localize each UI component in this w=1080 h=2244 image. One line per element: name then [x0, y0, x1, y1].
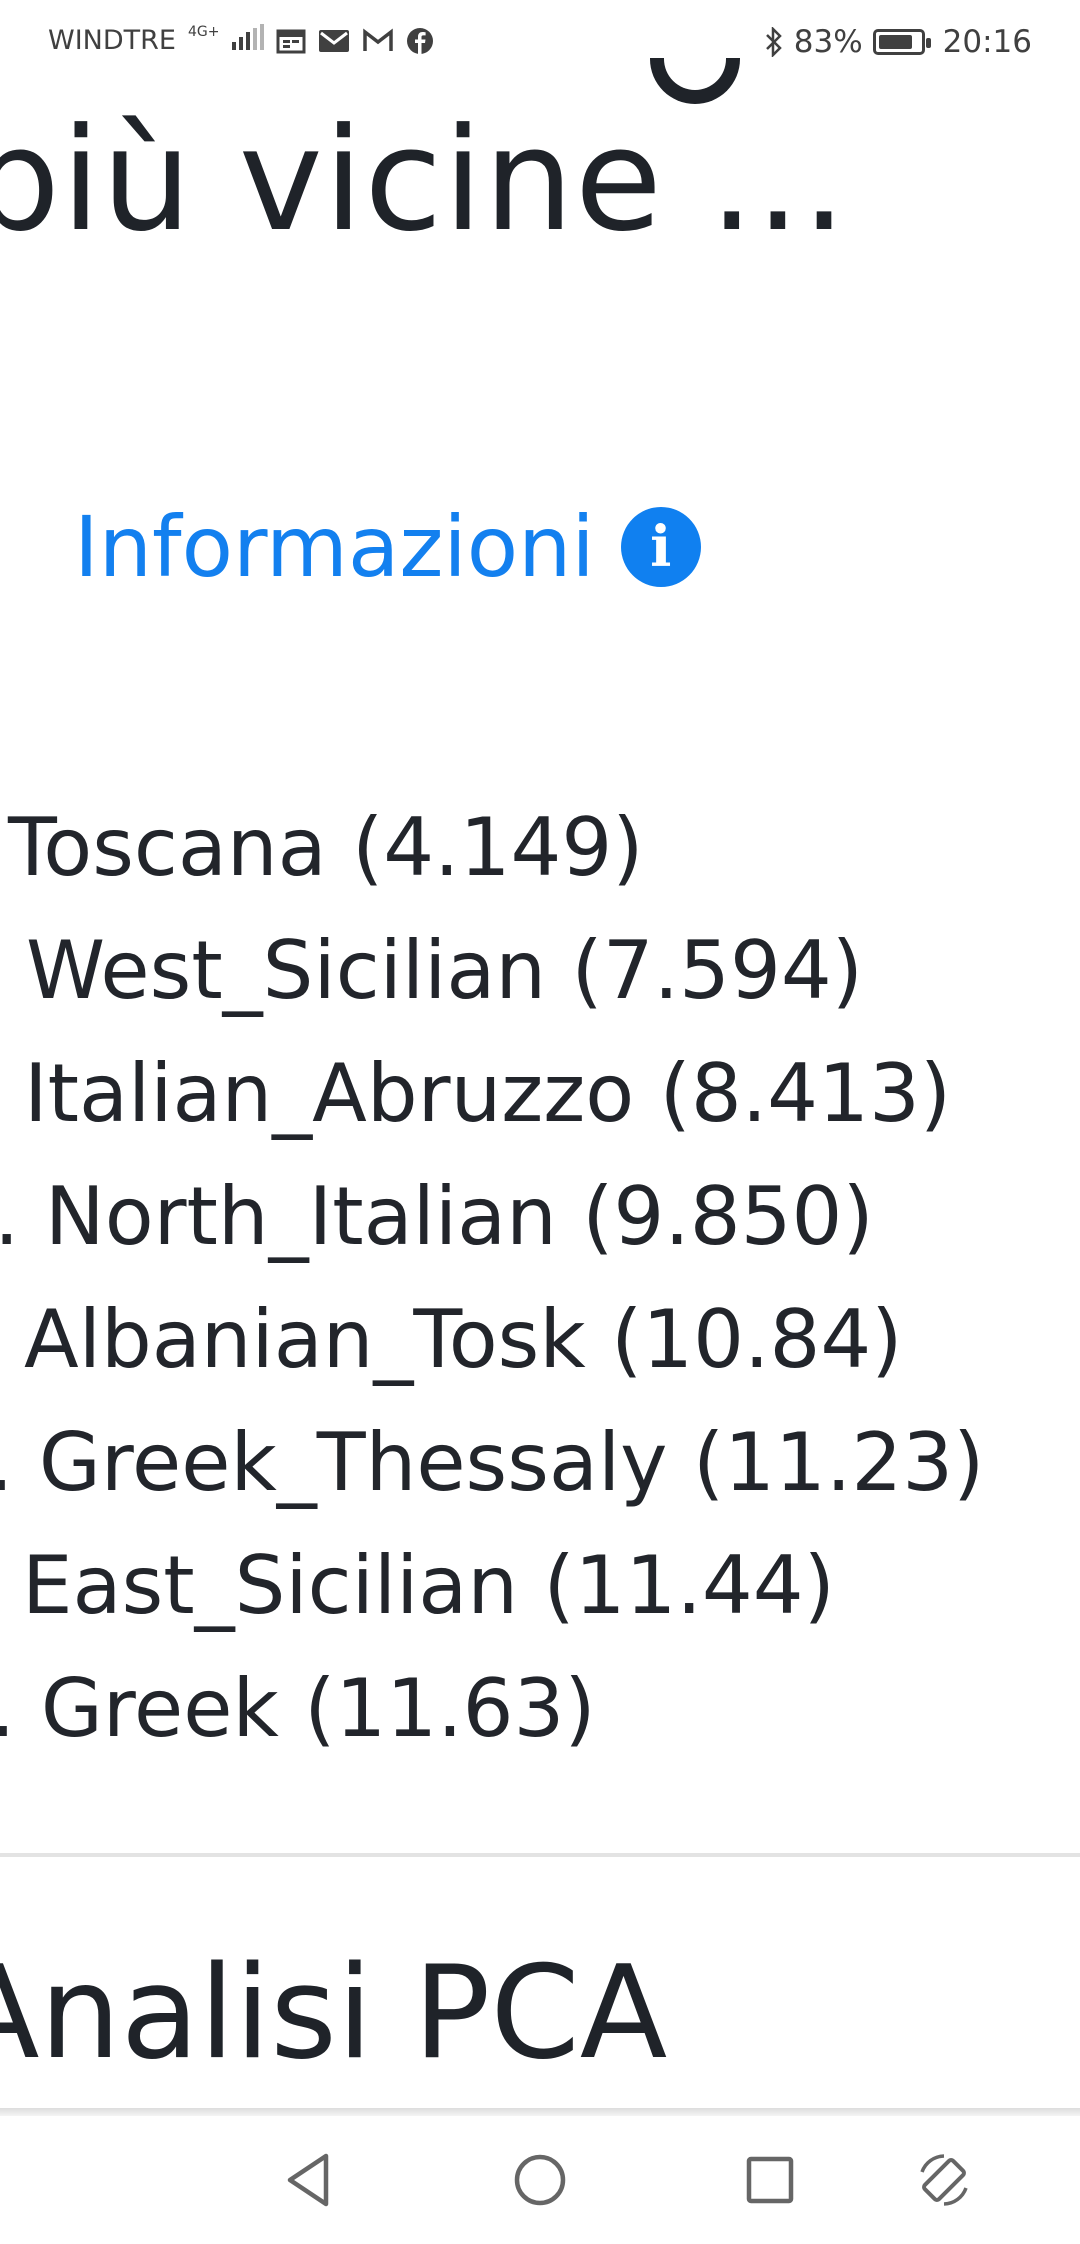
- gmail-icon: [363, 27, 393, 51]
- info-circle-icon: i: [620, 507, 701, 587]
- page-heading: più vicine ...: [0, 98, 848, 263]
- battery-icon: [872, 29, 931, 55]
- list-item-prefix: .: [0, 1416, 13, 1509]
- list-item: East_Sicilian (11.44): [22, 1546, 835, 1626]
- facebook-icon: [407, 27, 434, 54]
- email-icon: [319, 29, 350, 52]
- recents-square-icon[interactable]: [740, 2150, 800, 2210]
- info-link-label: Informazioni: [74, 498, 595, 596]
- list-item-text: West_Sicilian (7.594): [26, 924, 863, 1017]
- list-item: West_Sicilian (7.594): [26, 931, 863, 1011]
- list-item-prefix: .: [0, 1170, 19, 1263]
- back-triangle-icon[interactable]: [280, 2150, 340, 2210]
- rotate-screen-icon[interactable]: [914, 2150, 974, 2210]
- calendar-icon: [276, 29, 306, 53]
- list-item: . Greek_Thessaly (11.23): [0, 1423, 984, 1503]
- list-item-text: North_Italian (9.850): [44, 1170, 874, 1263]
- info-link[interactable]: Informazioni i: [74, 505, 701, 589]
- section-divider: [0, 1853, 1080, 1857]
- carrier-name: WINDTRE: [48, 25, 176, 56]
- status-bar: WINDTRE 4G+ 83% 20:16: [0, 0, 1080, 86]
- list-item-text: Toscana (4.149): [8, 801, 644, 894]
- list-item-text: East_Sicilian (11.44): [22, 1539, 835, 1632]
- list-item: . Greek (11.63): [0, 1669, 596, 1749]
- list-item-text: Greek_Thessaly (11.23): [38, 1416, 985, 1509]
- list-item-prefix: .: [0, 1662, 15, 1755]
- signal-icon: 4G+: [188, 24, 265, 57]
- battery-level: [878, 35, 912, 49]
- home-circle-icon[interactable]: [510, 2150, 570, 2210]
- list-item: . North_Italian (9.850): [0, 1177, 874, 1257]
- clock: 20:16: [942, 24, 1032, 60]
- battery-percent: 83%: [793, 24, 863, 60]
- list-item-text: Greek (11.63): [40, 1662, 596, 1755]
- bluetooth-icon: [765, 27, 782, 57]
- list-item-text: Albanian_Tosk (10.84): [24, 1293, 903, 1386]
- navbar-shadow: [0, 2108, 1080, 2116]
- list-item: Albanian_Tosk (10.84): [24, 1300, 903, 1380]
- list-item: Italian_Abruzzo (8.413): [24, 1054, 951, 1134]
- section-title: Analisi PCA: [0, 1939, 668, 2088]
- list-item-text: Italian_Abruzzo (8.413): [24, 1047, 952, 1140]
- status-bar-left: WINDTRE 4G+: [48, 24, 434, 57]
- navigation-bar: [0, 2116, 1080, 2244]
- list-item: Toscana (4.149): [8, 808, 644, 888]
- status-bar-right: 83% 20:16: [764, 24, 1032, 60]
